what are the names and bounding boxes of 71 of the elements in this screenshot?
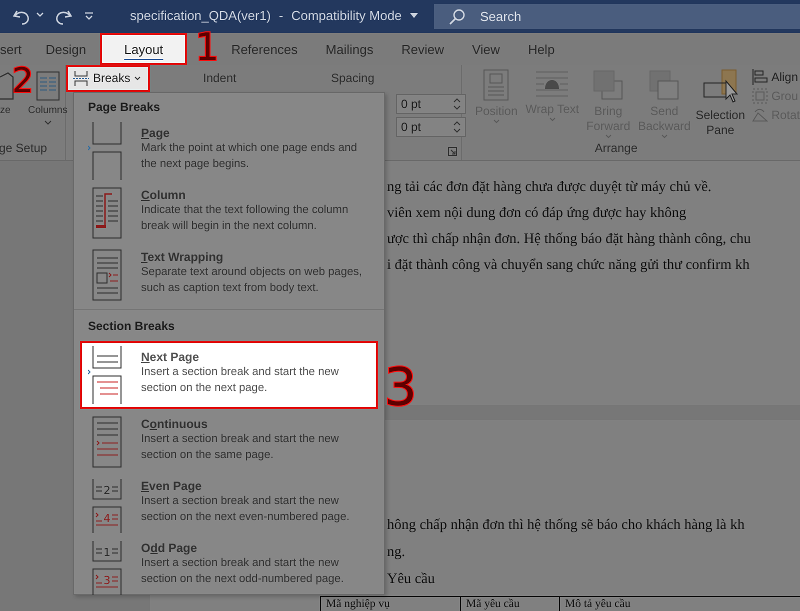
document-title: specification_QDA(ver1) — [130, 8, 271, 23]
page-break-icon — [88, 122, 122, 180]
step-number: 3 — [384, 362, 418, 414]
menu-heading: Section Breaks — [74, 309, 384, 339]
menu-item[interactable]: Page Mark the point at which one page ends and the next page begins. — [74, 120, 384, 182]
selection-pane-icon — [702, 69, 738, 105]
breaks-icon — [73, 70, 89, 86]
ribbon-tab[interactable]: References — [217, 33, 312, 65]
spacing-field[interactable]: 0 pt — [396, 117, 466, 137]
bring-forward-icon — [592, 69, 624, 101]
caret-icon — [134, 76, 142, 80]
ribbon-tab[interactable]: Help — [514, 33, 569, 65]
next-page-break-icon — [88, 346, 122, 404]
align-icon — [752, 69, 768, 85]
table-cell: Mã yêu cầu — [460, 597, 559, 611]
breaks-button[interactable]: Breaks — [66, 64, 150, 92]
caret-icon — [548, 117, 556, 122]
ribbon-tab[interactable]: Layout — [100, 33, 188, 65]
group-icon — [752, 88, 768, 104]
ribbon-tab[interactable]: Review — [387, 33, 458, 65]
table-cell: Mô tả yêu cầu — [559, 597, 800, 611]
title-separator: - — [278, 8, 284, 23]
send-backward-icon — [648, 69, 680, 101]
caret-icon — [660, 134, 668, 139]
menu-item[interactable]: 2 4 Even Page Insert a section break and start the new section on the next even-numbered page. — [74, 473, 384, 535]
search-field[interactable]: Search — [434, 4, 800, 29]
document-text: Yêu cầu — [387, 570, 436, 589]
menu-item[interactable]: Text Wrapping Separate text around objects on web pages, such as caption text from body text. — [74, 244, 384, 306]
spinner-icon[interactable] — [453, 120, 461, 134]
menu-item[interactable]: 1 3 Odd Page Insert a section break and start the new section on the next odd-numbered page. — [74, 535, 384, 597]
indent-label: Indent — [203, 71, 238, 85]
menu-item[interactable]: Next Page Insert a section break and start the new section on the next page. — [80, 341, 378, 409]
caret-icon — [492, 119, 500, 124]
document-text: viên xem nội dung đơn có đáp ứng được hay không — [387, 204, 688, 223]
spinner-icon[interactable] — [453, 97, 461, 111]
document-text: ng. — [387, 543, 406, 562]
group-label: Arrange — [594, 141, 638, 157]
search-icon — [448, 8, 466, 26]
caret-icon[interactable] — [36, 12, 44, 18]
step-number: 2 — [12, 64, 34, 98]
redo-icon[interactable] — [53, 8, 73, 26]
align-button[interactable]: Align — [752, 69, 800, 85]
step-number: 1 — [195, 28, 220, 66]
spacing-field[interactable]: 0 pt — [396, 94, 466, 114]
document-text: ng tải các đơn đặt hàng chưa được duyệt từ máy chủ về. — [387, 178, 712, 197]
ribbon-tab[interactable]: View — [458, 33, 514, 65]
caret-icon[interactable] — [410, 12, 418, 18]
caret-icon — [44, 120, 52, 125]
page-icon — [0, 71, 14, 101]
size-button[interactable]: ze — [0, 71, 14, 116]
caret-icon — [604, 134, 612, 139]
ribbon-tab[interactable]: sert — [0, 33, 32, 65]
ribbon-tab[interactable]: Design — [32, 33, 100, 65]
document-text: hông chấp nhận đơn thì hệ thống sẽ báo cho khách hàng là kh — [387, 516, 746, 535]
position-icon — [483, 69, 510, 101]
customize-icon[interactable] — [84, 12, 94, 21]
menu-item[interactable]: Column Indicate that the text following the column break will begin in the next column. — [74, 182, 384, 244]
document-text: ược thì chấp nhận đơn. Hệ thống báo đặt hàng thành công, chu — [387, 230, 752, 249]
dialog-launcher-icon[interactable] — [448, 147, 458, 156]
columns-icon — [36, 71, 60, 101]
compatibility-mode-label[interactable]: Compatibility Mode — [291, 8, 402, 23]
document-text: i đặt thành công và chuyển sang chức năng gửi thư confirm kh — [387, 256, 751, 275]
wrap-text-icon — [535, 69, 570, 99]
undo-icon[interactable] — [12, 8, 32, 26]
selection-button[interactable]: Selection Pane — [694, 69, 746, 141]
spacing-label: Spacing — [331, 71, 376, 85]
menu-item[interactable]: Continuous Insert a section break and start the new section on the same page. — [74, 411, 384, 473]
ribbon-tab[interactable]: Mailings — [312, 33, 388, 65]
rotate-icon — [752, 107, 768, 123]
table-cell: Mã nghiệp vụ — [320, 597, 460, 611]
menu-heading: Page Breaks — [87, 99, 162, 116]
